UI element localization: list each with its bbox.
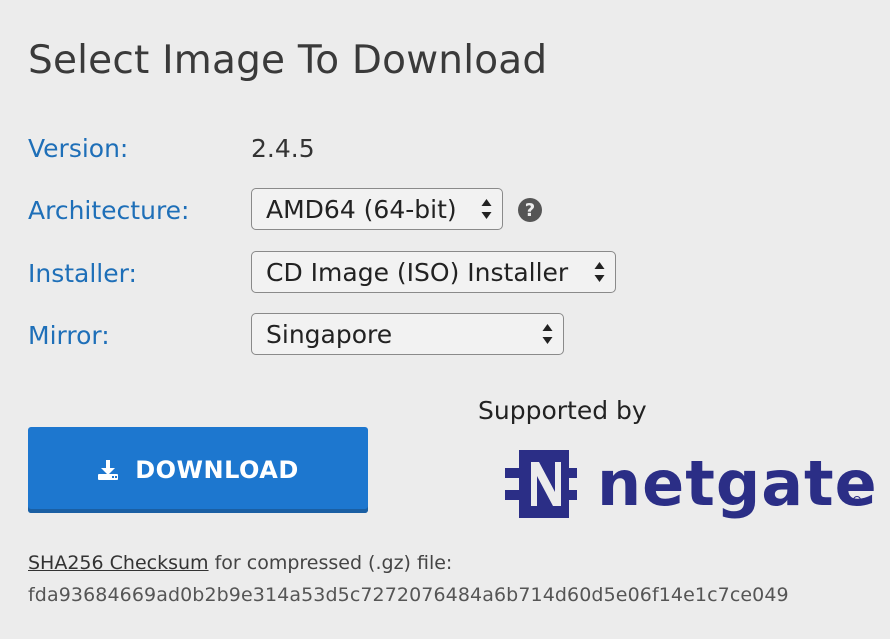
netgate-wordmark: netgate <box>597 447 878 520</box>
version-label: Version: <box>28 133 129 163</box>
download-button[interactable]: DOWNLOAD <box>28 427 368 513</box>
installer-select[interactable]: CD Image (ISO) Installer <box>251 251 616 293</box>
download-icon <box>98 460 119 480</box>
version-value: 2.4.5 <box>251 133 315 163</box>
help-question-icon[interactable]: ? <box>518 198 542 222</box>
sha256-checksum-link[interactable]: SHA256 Checksum <box>28 552 209 574</box>
supported-by-text: Supported by <box>478 396 647 425</box>
netgate-logo[interactable]: netgate <box>505 446 877 522</box>
select-arrows-icon <box>542 324 553 344</box>
checksum-line: SHA256 Checksum for compressed (.gz) fil… <box>28 552 452 574</box>
architecture-selected: AMD64 (64-bit) <box>266 194 457 224</box>
select-arrows-icon <box>594 262 605 282</box>
architecture-select[interactable]: AMD64 (64-bit) <box>251 188 503 230</box>
download-label: DOWNLOAD <box>135 456 299 484</box>
page-title: Select Image To Download <box>28 38 548 83</box>
checksum-hash: fda93684669ad0b2b9e314a53d5c7272076484a6… <box>28 584 789 606</box>
architecture-label: Architecture: <box>28 195 190 225</box>
installer-label: Installer: <box>28 258 137 288</box>
installer-selected: CD Image (ISO) Installer <box>266 257 569 287</box>
netgate-mark-icon <box>505 450 577 518</box>
registered-mark-icon <box>853 496 861 504</box>
mirror-select[interactable]: Singapore <box>251 313 564 355</box>
checksum-suffix: for compressed (.gz) file: <box>208 552 453 574</box>
mirror-selected: Singapore <box>266 319 393 349</box>
select-arrows-icon <box>481 199 492 219</box>
mirror-label: Mirror: <box>28 320 110 350</box>
